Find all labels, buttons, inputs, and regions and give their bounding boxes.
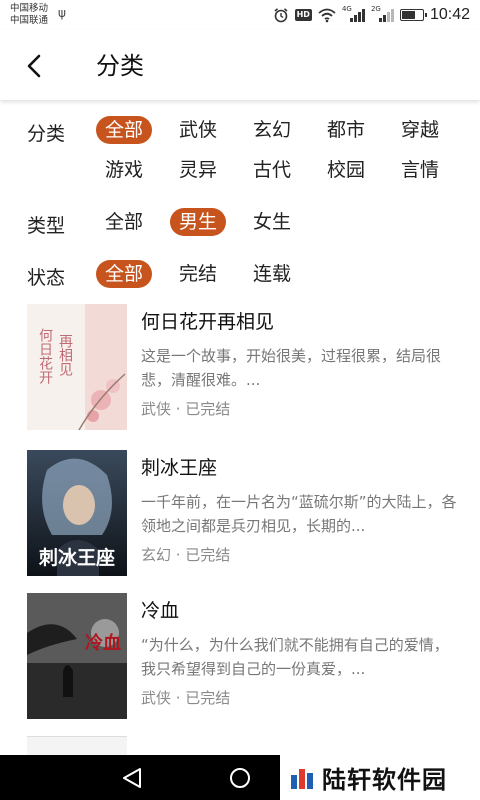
book-meta: 武侠 · 已完结	[141, 400, 231, 418]
network-type-1: 4G	[341, 5, 352, 13]
book-cover-partial	[27, 736, 127, 755]
signal-icon-2: 2G	[371, 5, 394, 22]
category-option-wuxia[interactable]: 武侠	[170, 116, 226, 144]
watermark-logo-icon	[291, 768, 313, 789]
battery-icon	[399, 9, 427, 21]
page-title: 分类	[96, 52, 144, 80]
wifi-icon	[318, 8, 336, 23]
book-description: 一千年前，在一片名为“蓝硫尔斯”的大陆上，各领地之间都是兵刃相见，长期的...	[141, 493, 457, 535]
book-cover: 刺冰王座	[27, 450, 127, 576]
status-icons: HD 4G 2G 10:42	[273, 5, 470, 25]
usb-icon: ψ	[58, 6, 66, 20]
cover-title-text: 再相见	[57, 334, 73, 377]
type-option-female[interactable]: 女生	[244, 208, 300, 236]
carrier-2: 中国联通	[10, 15, 49, 26]
filter-row-status: 状态 全部 完结 连载	[0, 260, 480, 296]
nav-home-icon[interactable]	[229, 767, 251, 789]
book-item[interactable]: 再相见 何日花开 何日花开再相见 这是一个故事，开始很美，过程很累，结局很悲，清…	[0, 304, 480, 434]
category-option-chuanyue[interactable]: 穿越	[392, 116, 448, 144]
status-bar: 中国移动 中国联通 ψ HD 4G 2G 10:42	[0, 0, 480, 30]
hd-icon: HD	[294, 9, 312, 21]
type-option-male[interactable]: 男生	[170, 208, 226, 236]
category-option-all[interactable]: 全部	[96, 116, 152, 144]
carrier-info: 中国移动 中国联通	[10, 3, 48, 27]
book-description: 这是一个故事，开始很美，过程很累，结局很悲，清醒很难。...	[141, 347, 442, 389]
status-option-all[interactable]: 全部	[96, 260, 152, 288]
back-button[interactable]	[16, 48, 52, 84]
chevron-left-icon	[27, 54, 41, 78]
filter-label-status: 状态	[27, 267, 66, 289]
book-description: “为什么，为什么我们就不能拥有自己的爱情，我只希望得到自己的一份真爱，...	[141, 636, 449, 678]
filter-row-category: 分类 全部 武侠 玄幻 都市 穿越	[0, 116, 480, 152]
clock: 10:42	[429, 6, 470, 23]
book-meta: 武侠 · 已完结	[141, 689, 231, 707]
book-cover: 再相见 何日花开	[27, 304, 127, 430]
carrier-1: 中国移动	[10, 3, 49, 14]
signal-icon-1: 4G	[342, 5, 365, 22]
cover-title-text: 冷血	[85, 632, 121, 654]
category-option-xuanhuan[interactable]: 玄幻	[244, 116, 300, 144]
category-option-gudai[interactable]: 古代	[244, 156, 300, 184]
category-option-yanqing[interactable]: 言情	[392, 156, 448, 184]
watermark-text: 陆轩软件园	[322, 766, 447, 794]
book-item[interactable]: 刺冰王座 刺冰王座 一千年前，在一片名为“蓝硫尔斯”的大陆上，各领地之间都是兵刃…	[0, 450, 480, 580]
filter-label-category: 分类	[27, 123, 66, 145]
book-title: 刺冰王座	[141, 457, 218, 479]
type-option-all[interactable]: 全部	[96, 208, 152, 236]
category-option-lingyi[interactable]: 灵异	[170, 156, 226, 184]
book-title: 何日花开再相见	[141, 311, 275, 333]
book-title: 冷血	[141, 600, 180, 622]
filter-row-type: 类型 全部 男生 女生	[0, 208, 480, 244]
book-cover: 冷血	[27, 593, 127, 719]
book-meta: 玄幻 · 已完结	[141, 546, 231, 564]
cover-title-text: 何日花开	[37, 328, 53, 384]
cover-title-text: 刺冰王座	[39, 546, 115, 569]
app-header: 分类	[0, 30, 480, 100]
alarm-icon	[274, 8, 288, 23]
nav-back-icon[interactable]	[120, 767, 144, 789]
category-option-dushi[interactable]: 都市	[318, 116, 374, 144]
category-option-youxi[interactable]: 游戏	[96, 156, 152, 184]
network-type-2: 2G	[370, 5, 381, 13]
status-option-finished[interactable]: 完结	[170, 260, 226, 288]
filter-row-category-more: 游戏 灵异 古代 校园 言情	[0, 156, 480, 192]
category-option-xiaoyuan[interactable]: 校园	[318, 156, 374, 184]
status-option-ongoing[interactable]: 连载	[244, 260, 300, 288]
filter-label-type: 类型	[27, 215, 66, 237]
watermark: 陆轩软件园	[280, 755, 480, 800]
book-item[interactable]: 冷血 冷血 “为什么，为什么我们就不能拥有自己的爱情，我只希望得到自己的一份真爱…	[0, 593, 480, 723]
